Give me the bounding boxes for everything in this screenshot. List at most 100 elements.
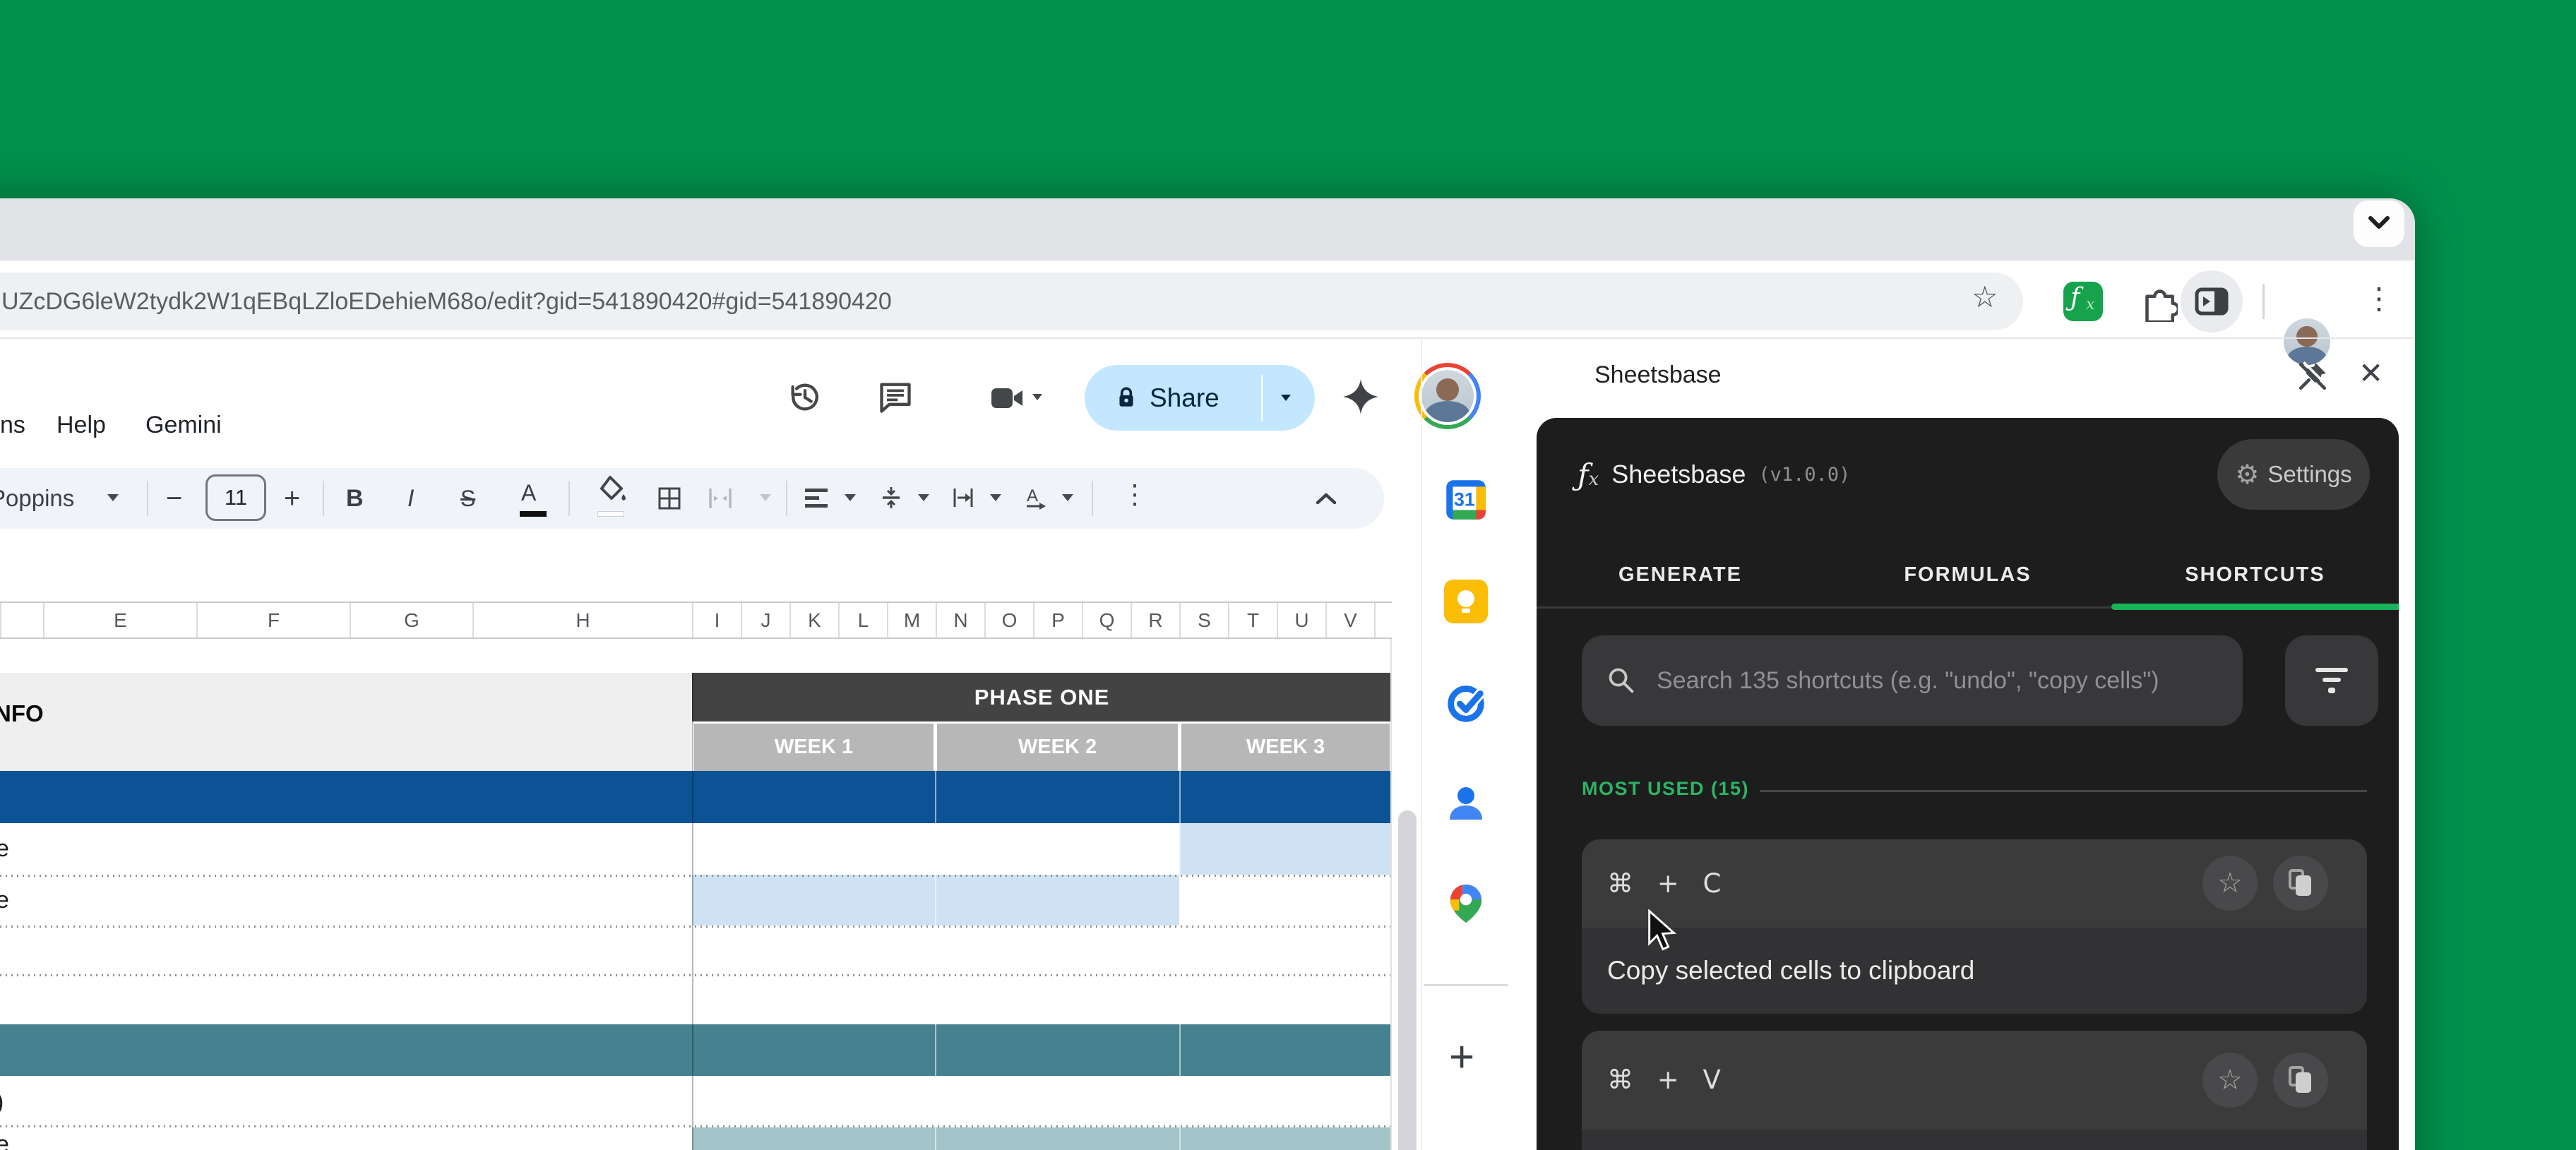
strikethrough-button[interactable]: S [460,468,475,529]
menu-gemini[interactable]: Gemini [145,409,222,441]
column-header-partial[interactable] [1374,603,1392,637]
gemini-sparkle-icon[interactable] [1340,376,1381,417]
info-header-cell[interactable] [0,673,692,771]
tab-search-button[interactable] [2354,200,2404,247]
text-wrap-dropdown-icon[interactable] [990,494,1001,501]
meet-camera-icon[interactable] [990,381,1024,415]
column-header-F[interactable]: F [196,603,350,637]
url-text[interactable]: UZcDG6leW2tydk2W1qEBqLZloEDehieM68o/edit… [1,272,1908,330]
bold-button[interactable]: B [346,468,364,529]
bookmark-star-icon[interactable]: ☆ [1972,280,1998,314]
text-rotation-icon[interactable]: A [1024,486,1048,510]
favorite-star-button[interactable]: ☆ [2202,1053,2258,1108]
side-panel-icon [2195,287,2229,316]
column-header-H[interactable]: H [472,603,692,637]
menu-help[interactable]: Help [56,409,106,441]
extensions-puzzle-icon[interactable] [2137,281,2178,322]
light-blue-cell[interactable] [1179,823,1392,875]
menu-fragment[interactable]: ns [0,409,25,441]
copy-shortcut-button[interactable] [2273,1053,2328,1108]
column-header-partial[interactable] [0,603,43,637]
tab-generate[interactable]: GENERATE [1537,545,1824,604]
align-dropdown-icon[interactable] [845,494,856,501]
column-header-I[interactable]: I [692,603,741,637]
comments-icon[interactable] [877,378,914,415]
tasks-icon[interactable] [1444,681,1488,724]
avatar-photo [1421,370,1474,422]
teal-row[interactable] [0,1024,1392,1076]
column-header-G[interactable]: G [350,603,472,637]
week3-header-cell[interactable]: WEEK 3 [1181,724,1390,771]
browser-profile-avatar[interactable] [2284,318,2330,365]
close-panel-icon[interactable]: ✕ [2359,356,2383,390]
column-header-Q[interactable]: Q [1082,603,1131,637]
rail-section-divider [1424,984,1508,986]
column-header-L[interactable]: L [838,603,887,637]
unpin-icon[interactable] [2296,360,2329,393]
tab-formulas[interactable]: FORMULAS [1824,545,2111,604]
vertical-align-dropdown-icon[interactable] [918,494,929,501]
merge-dropdown-icon [760,494,771,501]
add-app-plus-icon[interactable]: + [1449,1032,1474,1082]
dark-blue-row[interactable] [0,771,1392,823]
star-icon: ☆ [2217,1064,2243,1096]
phase-one-header-cell[interactable]: PHASE ONE [692,673,1392,721]
screenshot-stage: UZcDG6leW2tydk2W1qEBqLZloEDehieM68o/edit… [0,0,2576,1150]
column-header-R[interactable]: R [1131,603,1179,637]
text-wrap-icon[interactable] [952,486,974,510]
column-header-U[interactable]: U [1277,603,1325,637]
column-header-E[interactable]: E [43,603,196,637]
copy-shortcut-button[interactable] [2273,856,2328,911]
settings-button[interactable]: ⚙ Settings [2217,439,2370,510]
vertical-align-icon[interactable] [880,486,902,510]
star-icon: ☆ [2217,867,2243,899]
sheetsbase-extension-icon[interactable]: ƒ x [2063,282,2103,321]
column-header-V[interactable]: V [1325,603,1374,637]
column-header-T[interactable]: T [1228,603,1277,637]
calendar-icon[interactable]: 31 [1443,477,1489,523]
row-text-fragment: ) [0,1089,4,1116]
maps-icon[interactable] [1444,882,1488,926]
tab-shortcuts[interactable]: SHORTCUTS [2111,545,2399,604]
merge-cells-icon[interactable] [708,487,733,510]
search-input[interactable] [1655,637,2213,724]
column-header-K[interactable]: K [789,603,838,637]
column-header-N[interactable]: N [936,603,984,637]
fill-color-icon[interactable] [597,474,627,505]
toolbar-divider [1092,481,1093,516]
column-header-J[interactable]: J [741,603,789,637]
shortcut-card-copy[interactable]: ⌘ + C ☆ Copy selected cells to clipboard [1582,839,2367,1014]
increase-font-size-button[interactable]: + [284,468,300,529]
decrease-font-size-button[interactable]: − [166,468,182,529]
borders-icon[interactable] [657,486,682,511]
shortcut-card-paste[interactable]: ⌘ + V ☆ [1582,1031,2367,1150]
column-header-S[interactable]: S [1179,603,1228,637]
more-toolbar-options-icon[interactable]: ⋮ [1121,479,1148,510]
side-panel-button[interactable] [2181,270,2243,333]
horizontal-align-icon[interactable] [805,489,828,508]
week2-header-cell[interactable]: WEEK 2 [937,724,1178,771]
light-teal-cell[interactable] [692,1127,1392,1150]
column-header-M[interactable]: M [887,603,936,637]
vertical-scrollbar[interactable] [1398,810,1417,1150]
favorite-star-button[interactable]: ☆ [2202,856,2258,911]
contacts-icon[interactable] [1444,781,1488,825]
font-name-selector[interactable]: Poppins [0,468,102,529]
font-dropdown-icon[interactable] [107,494,119,501]
sheets-account-avatar[interactable] [1414,363,1481,429]
dotted-row-border [0,1125,1392,1127]
font-size-input[interactable]: 11 [205,474,266,521]
keep-icon[interactable] [1444,580,1488,623]
share-dropdown-icon[interactable] [1281,395,1291,401]
column-header-P[interactable]: P [1033,603,1082,637]
browser-menu-kebab-icon[interactable]: ⋮ [2364,281,2394,316]
version-history-icon[interactable] [787,378,823,415]
italic-button[interactable]: I [407,468,414,529]
filter-button[interactable] [2285,635,2378,726]
share-button[interactable]: Share [1085,365,1315,431]
collapse-toolbar-icon[interactable] [1315,491,1337,505]
camera-dropdown-icon[interactable] [1032,394,1042,400]
column-header-O[interactable]: O [984,603,1033,637]
rotation-dropdown-icon[interactable] [1062,494,1073,501]
week1-header-cell[interactable]: WEEK 1 [694,724,934,771]
